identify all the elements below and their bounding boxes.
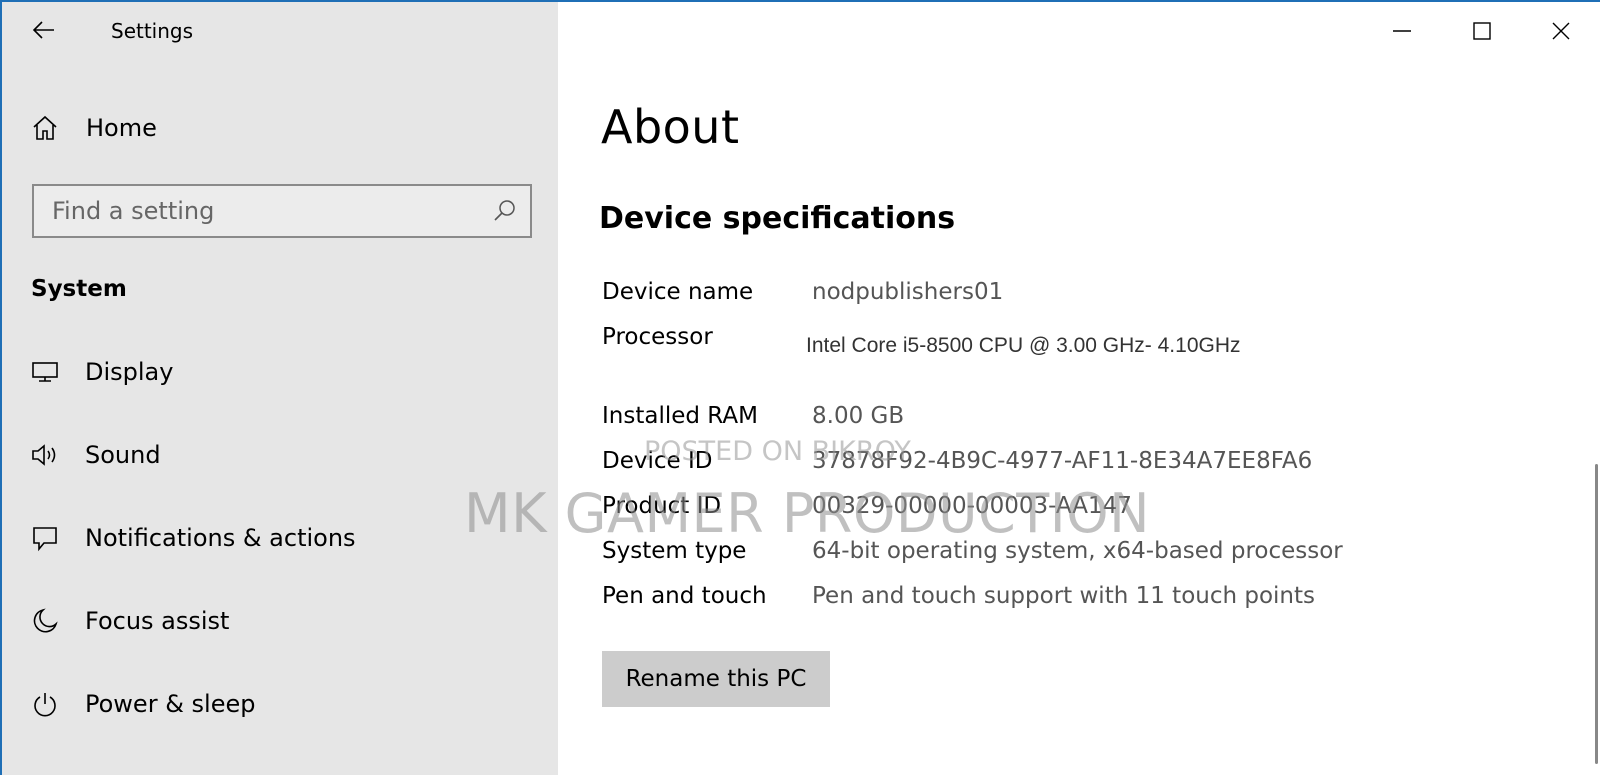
maximize-button[interactable] (1443, 2, 1521, 60)
sidebar-item-label: Focus assist (85, 607, 230, 635)
spec-value-pen-touch: Pen and touch support with 11 touch poin… (812, 583, 1316, 609)
arrow-left-icon (32, 21, 54, 39)
spec-value-processor: Intel Core i5-8500 CPU @ 3.00 GHz- 4.10G… (806, 334, 1241, 357)
home-icon (30, 113, 60, 143)
sidebar-item-label: Notifications & actions (85, 524, 356, 552)
spec-label-pen-touch: Pen and touch (602, 583, 767, 609)
titlebar-left: Settings (2, 2, 558, 60)
spec-value-installed-ram: 8.00 GB (812, 403, 905, 429)
moon-icon (30, 606, 60, 636)
watermark-small: POSTED ON BIKROY (644, 436, 911, 467)
sidebar-item-home[interactable]: Home (2, 100, 558, 156)
scrollbar[interactable] (1595, 464, 1598, 764)
close-icon (1552, 22, 1570, 40)
sidebar-item-sound[interactable]: Sound (2, 427, 558, 483)
search-box (32, 184, 532, 238)
page-title: About (601, 100, 740, 154)
section-title: Device specifications (599, 201, 956, 236)
sidebar-item-label: Display (85, 358, 174, 386)
maximize-icon (1473, 22, 1491, 40)
monitor-icon (30, 357, 60, 387)
power-icon (30, 689, 60, 719)
notification-icon (30, 523, 60, 553)
sidebar-item-display[interactable]: Display (2, 344, 558, 400)
sidebar-item-label: Home (86, 114, 157, 142)
watermark-big: MK GAMER PRODUCTION (464, 482, 1151, 545)
minimize-button[interactable] (1363, 2, 1441, 60)
main-content: About Device specifications Device name … (558, 2, 1600, 775)
search-input[interactable] (34, 186, 474, 236)
back-button[interactable] (24, 12, 64, 48)
sidebar-item-label: Power & sleep (85, 690, 256, 718)
settings-window: Settings Home System (0, 0, 1600, 775)
sidebar-item-power-sleep[interactable]: Power & sleep (2, 676, 558, 732)
sidebar-item-focus-assist[interactable]: Focus assist (2, 593, 558, 649)
spec-label-installed-ram: Installed RAM (602, 403, 758, 429)
sidebar: Settings Home System (2, 2, 558, 775)
app-title: Settings (111, 19, 194, 43)
speaker-icon (30, 440, 60, 470)
minimize-icon (1393, 30, 1411, 32)
spec-value-device-name: nodpublishers01 (812, 279, 1004, 305)
spec-label-device-name: Device name (602, 279, 754, 305)
spec-label-processor: Processor (602, 324, 713, 350)
sidebar-item-label: Sound (85, 441, 161, 469)
close-button[interactable] (1522, 2, 1600, 60)
group-heading-system: System (31, 276, 127, 302)
search-icon[interactable] (492, 198, 518, 224)
rename-pc-button[interactable]: Rename this PC (602, 651, 830, 707)
